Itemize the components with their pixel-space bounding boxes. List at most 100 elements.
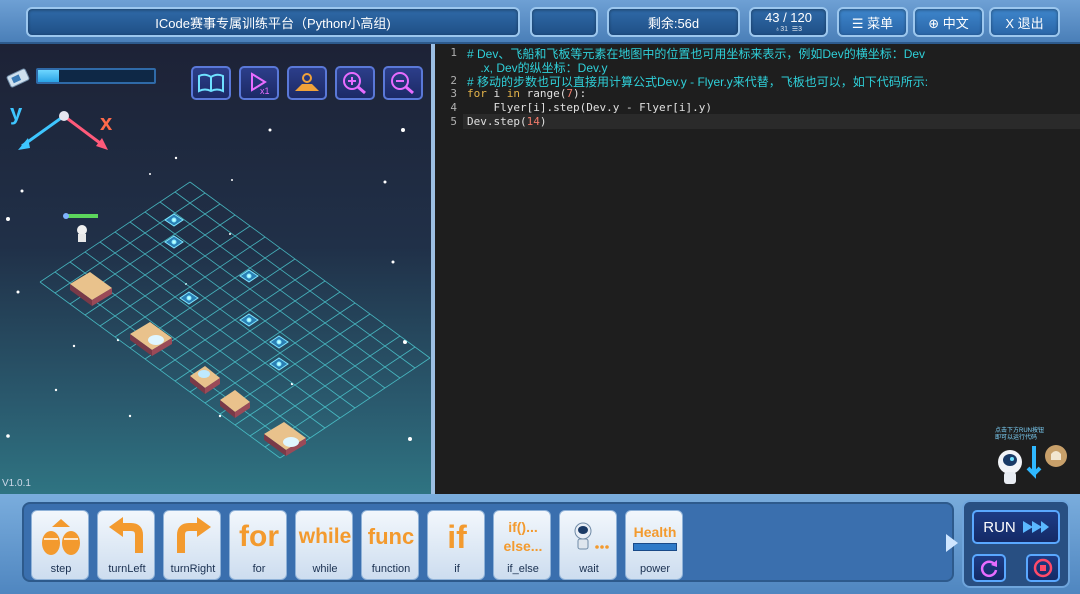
run-label: RUN [983,518,1016,536]
level-stats: ♁31 ☰3 [775,26,802,33]
line-number: 2 [450,74,457,87]
block-label: turnRight [170,563,216,575]
block-if[interactable]: if if [427,510,485,580]
stop-icon [1033,558,1053,578]
blank-slot [530,7,598,37]
if-else-text: if()... [508,519,538,535]
line-gutter: 1 2 3 4 5 [435,44,463,494]
menu-label: ☰ 菜单 [851,15,894,31]
line-number: 5 [450,115,457,128]
list-count: 3 [798,26,803,33]
mascot-robot-icon[interactable] [994,440,1074,490]
code-text: range( [520,87,567,100]
block-label: if [454,563,460,575]
reset-button[interactable] [972,554,1006,582]
remaining-days: 剩余:56d [607,7,740,37]
top-bar: ICode赛事专属训练平台（Python小高组) 剩余:56d 43 / 120… [0,0,1080,44]
block-while[interactable]: while while [295,510,353,580]
title-text: ICode赛事专属训练平台（Python小高组) [155,15,391,31]
stop-button[interactable] [1026,554,1060,582]
menu-button[interactable]: ☰ 菜单 [837,7,908,37]
level-counter: 43 / 120 ♁31 ☰3 [749,7,828,37]
block-label: power [640,563,670,575]
block-turnleft[interactable]: turnLeft [97,510,155,580]
if-icon: if [447,518,467,555]
block-function[interactable]: func function [361,510,419,580]
keyword-for: for [467,87,487,100]
block-if-else[interactable]: if()... else... if_else [493,510,551,580]
y-axis-label: y [10,100,23,125]
step-icon [32,515,90,559]
grid-line [204,302,356,404]
code-line-flyer: Flyer[i].step(Dev.y - Flyer[i].y) [467,101,713,114]
version-label: V1.0.1 [2,478,31,489]
language-label: ⊕ 中文 [928,15,969,31]
svg-text:x1: x1 [260,86,270,95]
line-number: 4 [450,101,457,114]
block-label: step [50,563,72,575]
wait-icon [560,515,618,559]
health-bar [68,214,98,218]
flyer-icon [148,335,164,345]
while-icon: while [298,525,352,548]
block-label: if_else [507,563,539,575]
block-step[interactable]: step [31,510,89,580]
block-label: function [371,563,411,575]
like-count: 31 [780,26,788,33]
flyer-icon [283,437,299,447]
line-number: 3 [450,87,457,100]
flyer-icon [198,370,210,378]
block-for[interactable]: for for [229,510,287,580]
block-power[interactable]: Health power [625,510,683,580]
code-number: 14 [526,115,540,128]
gem-icon [239,313,259,327]
code-number: 7 [566,87,573,100]
zoom-out-icon[interactable] [383,66,423,100]
block-turnright[interactable]: turnRight [163,510,221,580]
run-button[interactable]: RUN [972,510,1060,544]
block-wait[interactable]: wait [559,510,617,580]
bottom-toolbar: step turnLeft turnRight for for while wh… [0,494,1080,594]
battery-icon [6,68,30,88]
energy-fill [38,70,59,82]
func-icon: func [367,524,415,549]
grid-line [234,324,386,426]
exit-label: X 退出 [1005,15,1044,31]
keyword-in: in [506,87,520,100]
code-line-for: for i in range(7): [467,87,586,100]
for-icon: for [239,520,279,553]
grid-line [174,280,326,382]
block-palette: step turnLeft turnRight for for while wh… [22,502,954,582]
level-progress: 43 / 120 [765,10,812,25]
code-text: ) [539,115,547,128]
line-number: 1 [450,46,457,59]
grid-line [84,214,236,316]
grid-line [249,335,401,437]
palette-scroll-arrow-icon[interactable] [946,534,958,552]
code-var: i [486,87,507,100]
refresh-icon [980,560,998,577]
active-line-highlight [463,114,1080,129]
code-editor[interactable]: 1 2 3 4 5 # Dev、飞船和飞板等元素在地图中的位置也可用坐标来表示，… [435,44,1080,494]
fast-forward-icon [1022,521,1049,533]
language-button[interactable]: ⊕ 中文 [913,7,984,37]
code-text: Dev.step( [467,115,527,128]
remaining-text: 剩余:56d [647,15,700,31]
turn-right-icon [164,515,222,559]
exit-button[interactable]: X 退出 [989,7,1060,37]
coordinate-axes: y x [10,100,113,150]
game-viewport[interactable]: x1 y x V1.0.1 [0,44,431,494]
app-root: ICode赛事专属训练平台（Python小高组) 剩余:56d 43 / 120… [0,0,1080,594]
platform-title: ICode赛事专属训练平台（Python小高组) [26,7,520,37]
zoom-in-icon[interactable] [335,66,375,100]
code-text: ): [572,87,587,100]
code-line-dev: Dev.step(14) [467,115,546,128]
health-text: Health [633,523,677,540]
run-panel: RUN [962,500,1070,588]
speed-icon[interactable]: x1 [239,66,279,100]
grid-line [159,269,311,371]
book-icon[interactable] [191,66,231,100]
robot-head-icon [77,225,87,235]
block-label: wait [579,563,599,575]
map-icon[interactable] [287,66,327,100]
